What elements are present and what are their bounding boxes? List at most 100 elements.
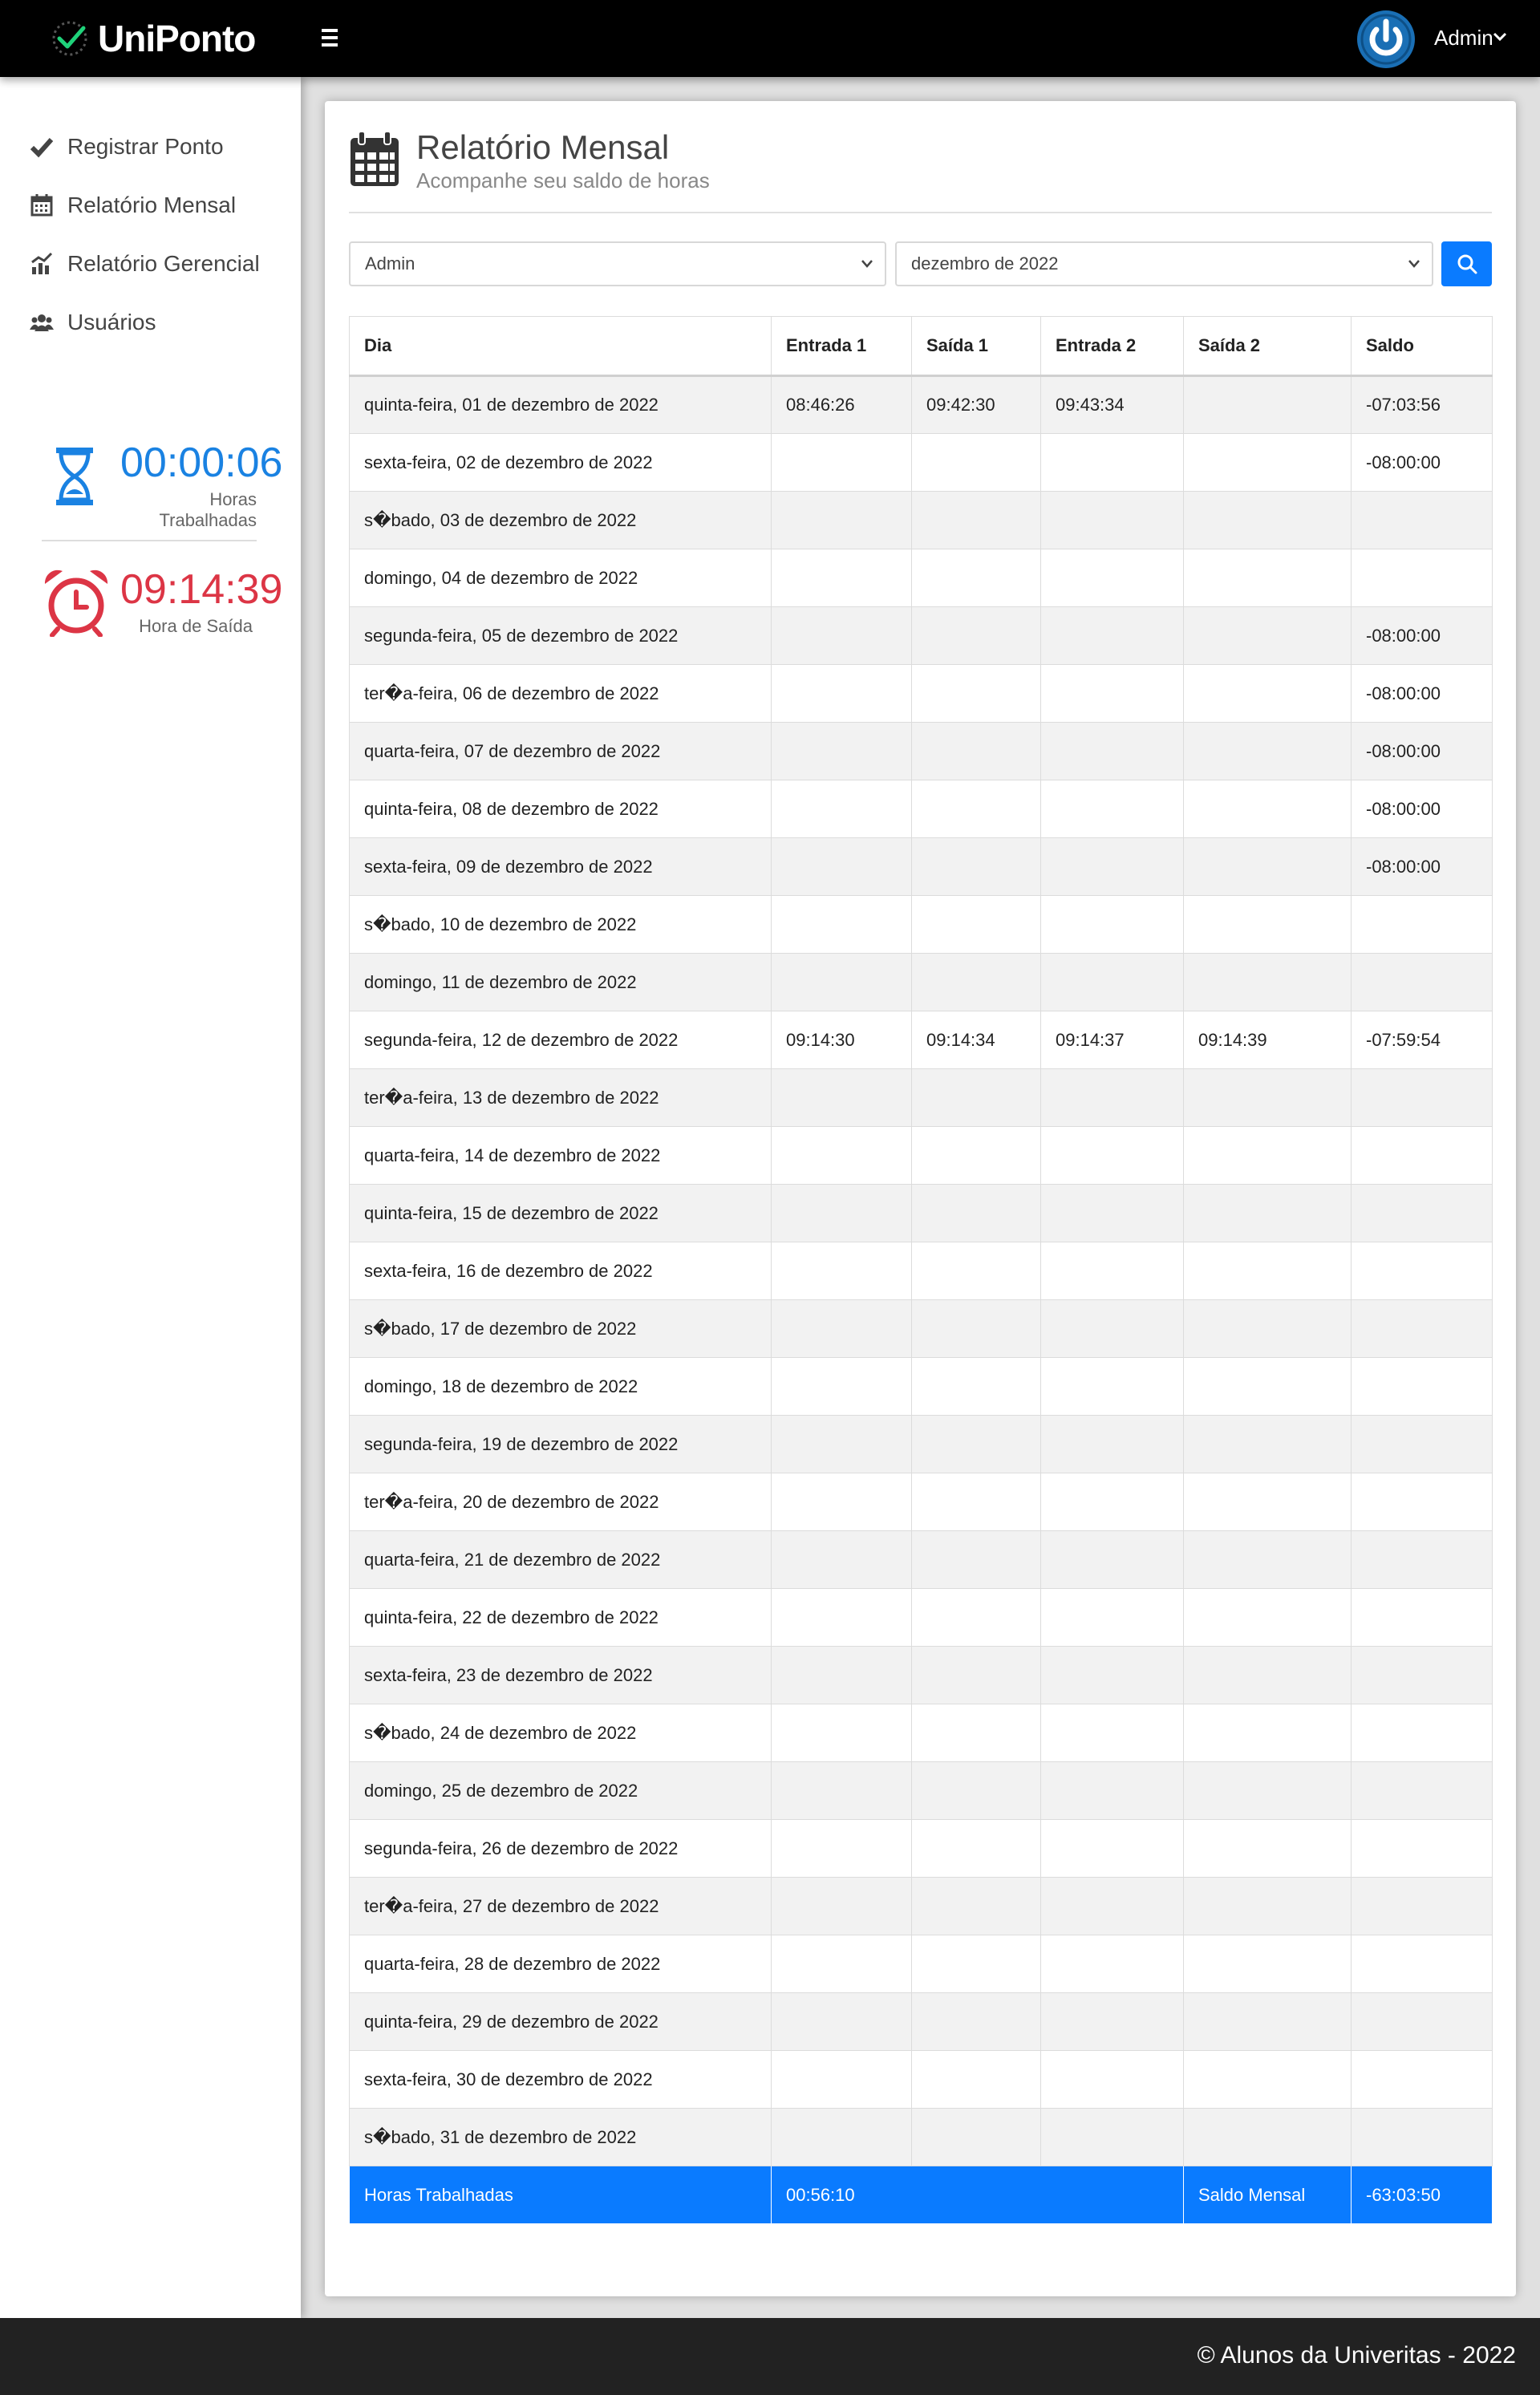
table-cell: ter�a-feira, 20 de dezembro de 2022 xyxy=(349,1473,772,1531)
table-cell xyxy=(911,1877,1041,1935)
table-cell xyxy=(911,722,1041,780)
table-cell: 09:42:30 xyxy=(911,375,1041,434)
table-row: sexta-feira, 30 de dezembro de 2022 xyxy=(349,2050,1493,2109)
table-total-row: Horas Trabalhadas 00:56:10 Saldo Mensal … xyxy=(349,2166,1493,2224)
exit-time-stat: 09:14:39 Hora de Saída xyxy=(120,566,282,637)
table-cell: 08:46:26 xyxy=(771,375,912,434)
calendar-icon xyxy=(30,194,53,217)
table-row: s�bado, 31 de dezembro de 2022 xyxy=(349,2108,1493,2166)
sidebar-item-relatorio-mensal[interactable]: Relatório Mensal xyxy=(29,185,236,225)
table-row: quinta-feira, 29 de dezembro de 2022 xyxy=(349,1992,1493,2051)
table-cell xyxy=(1040,895,1184,954)
monthly-balance-label: Saldo Mensal xyxy=(1183,2166,1352,2224)
table-cell: quarta-feira, 28 de dezembro de 2022 xyxy=(349,1935,772,1993)
chart-icon xyxy=(31,252,53,274)
table-cell: s�bado, 31 de dezembro de 2022 xyxy=(349,2108,772,2166)
table-cell: -08:00:00 xyxy=(1351,780,1493,838)
table-row: quinta-feira, 08 de dezembro de 2022 -08:… xyxy=(349,780,1493,838)
table-cell xyxy=(1183,837,1352,896)
table-cell xyxy=(1351,1068,1493,1127)
table-cell xyxy=(1183,433,1352,492)
table-cell: 09:14:39 xyxy=(1183,1011,1352,1069)
table-cell xyxy=(1183,2108,1352,2166)
table-cell: -08:00:00 xyxy=(1351,837,1493,896)
table-cell: ter�a-feira, 27 de dezembro de 2022 xyxy=(349,1877,772,1935)
table-row: quarta-feira, 07 de dezembro de 2022 -08:… xyxy=(349,722,1493,780)
table-cell: quinta-feira, 01 de dezembro de 2022 xyxy=(349,375,772,434)
table-cell: 09:14:37 xyxy=(1040,1011,1184,1069)
table-cell xyxy=(771,1126,912,1185)
table-row: quinta-feira, 22 de dezembro de 2022 xyxy=(349,1588,1493,1647)
table-cell xyxy=(911,1588,1041,1647)
sidebar-item-label: Registrar Ponto xyxy=(67,134,224,159)
table-cell xyxy=(1040,1530,1184,1589)
table-cell xyxy=(771,1530,912,1589)
table-cell: quinta-feira, 29 de dezembro de 2022 xyxy=(349,1992,772,2051)
table-cell xyxy=(771,606,912,665)
table-cell xyxy=(1040,1068,1184,1127)
table-cell: quinta-feira, 08 de dezembro de 2022 xyxy=(349,780,772,838)
table-cell xyxy=(1351,1761,1493,1820)
sidebar-divider xyxy=(42,540,257,541)
table-row: quarta-feira, 28 de dezembro de 2022 xyxy=(349,1935,1493,1993)
table-cell xyxy=(1040,722,1184,780)
sidebar-item-relatorio-gerencial[interactable]: Relatório Gerencial xyxy=(29,244,260,284)
table-cell xyxy=(1040,1761,1184,1820)
table-cell xyxy=(1351,1588,1493,1647)
table-cell: segunda-feira, 12 de dezembro de 2022 xyxy=(349,1011,772,1069)
table-cell xyxy=(1040,664,1184,723)
chevron-down-icon[interactable] xyxy=(1490,27,1510,47)
table-cell xyxy=(1183,1242,1352,1300)
table-cell xyxy=(1183,1935,1352,1993)
page-title: Relatório Mensal xyxy=(416,128,670,166)
table-cell: s�bado, 10 de dezembro de 2022 xyxy=(349,895,772,954)
user-select[interactable]: Admin xyxy=(349,241,886,286)
table-cell xyxy=(1351,1935,1493,1993)
sidebar-item-registrar-ponto[interactable]: Registrar Ponto xyxy=(29,127,224,167)
table-cell xyxy=(771,1877,912,1935)
table-cell xyxy=(1040,1299,1184,1358)
menu-toggle-icon[interactable] xyxy=(316,24,343,51)
app-name: UniPonto xyxy=(98,18,256,59)
table-cell xyxy=(771,1242,912,1300)
table-cell xyxy=(911,1184,1041,1242)
table-cell: s�bado, 24 de dezembro de 2022 xyxy=(349,1704,772,1762)
user-select-value: Admin xyxy=(365,253,415,274)
table-cell xyxy=(1351,1299,1493,1358)
table-cell xyxy=(1183,1646,1352,1704)
table-cell xyxy=(911,549,1041,607)
table-row: domingo, 04 de dezembro de 2022 xyxy=(349,549,1493,607)
user-avatar[interactable] xyxy=(1357,10,1415,68)
table-cell xyxy=(771,780,912,838)
sidebar-item-label: Relatório Mensal xyxy=(67,192,237,217)
table-cell xyxy=(1351,2050,1493,2109)
user-menu-name[interactable]: Admin xyxy=(1434,26,1493,51)
table-row: ter�a-feira, 27 de dezembro de 2022 xyxy=(349,1877,1493,1935)
table-cell xyxy=(911,1819,1041,1878)
table-cell xyxy=(1040,837,1184,896)
table-cell xyxy=(911,1068,1041,1127)
worked-hours-label: Horas Trabalhadas xyxy=(159,489,257,530)
table-cell xyxy=(911,837,1041,896)
table-row: segunda-feira, 19 de dezembro de 2022 xyxy=(349,1415,1493,1473)
table-cell xyxy=(1351,953,1493,1011)
users-icon xyxy=(30,314,54,331)
title-divider xyxy=(349,212,1492,213)
table-cell: quinta-feira, 22 de dezembro de 2022 xyxy=(349,1588,772,1647)
table-cell xyxy=(1351,1992,1493,2051)
table-cell: ter�a-feira, 06 de dezembro de 2022 xyxy=(349,664,772,723)
search-button[interactable] xyxy=(1441,241,1492,286)
table-cell xyxy=(1183,606,1352,665)
table-cell xyxy=(771,1704,912,1762)
app-logo[interactable]: UniPonto xyxy=(48,14,256,63)
col-header-dia: Dia xyxy=(349,316,772,377)
table-cell xyxy=(911,1646,1041,1704)
table-cell xyxy=(911,1357,1041,1416)
table-cell: quarta-feira, 14 de dezembro de 2022 xyxy=(349,1126,772,1185)
col-header-entrada-1: Entrada 1 xyxy=(771,316,912,377)
sidebar-item-usuarios[interactable]: Usuários xyxy=(29,302,156,342)
month-select[interactable]: dezembro de 2022 xyxy=(895,241,1433,286)
page-footer: © Alunos da Univeritas - 2022 xyxy=(0,2318,1540,2395)
table-cell: segunda-feira, 19 de dezembro de 2022 xyxy=(349,1415,772,1473)
table-cell xyxy=(911,895,1041,954)
